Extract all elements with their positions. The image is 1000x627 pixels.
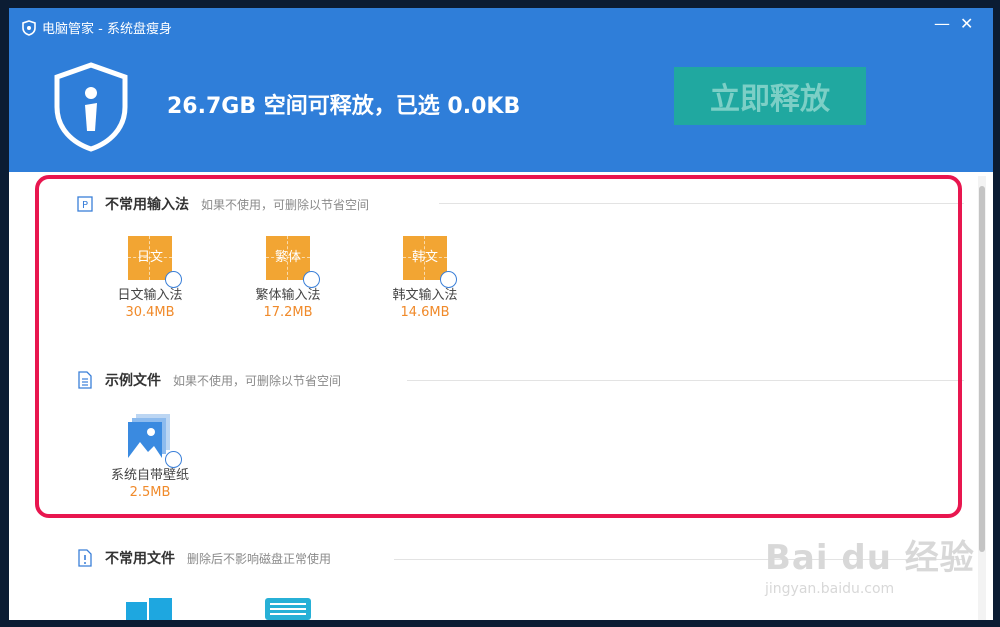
baidu-watermark: Bai du 经验 jingyan.baidu.com [765, 530, 975, 597]
close-button[interactable]: ✕ [960, 14, 973, 33]
section-subtitle: 如果不使用，可删除以节省空间 [173, 373, 342, 388]
item-size: 17.2MB [263, 305, 313, 320]
korean-ime-icon: 韩文 [403, 236, 457, 288]
select-radio[interactable] [440, 271, 457, 288]
section-ime-header: P 不常用输入法 如果不使用，可删除以节省空间 [77, 194, 369, 214]
section-subtitle: 删除后不影响磁盘正常使用 [187, 551, 332, 566]
releasable-space-summary: 26.7GB 空间可释放，已选 0.0KB [167, 94, 521, 119]
japanese-ime-icon: 日文 [128, 236, 182, 288]
divider [439, 203, 964, 204]
p-badge-icon: P [77, 196, 93, 212]
select-radio[interactable] [165, 451, 182, 468]
ime-item-korean[interactable]: 韩文 韩文输入法 14.6MB [370, 236, 480, 320]
scrollbar-thumb[interactable] [979, 186, 985, 552]
item-size: 14.6MB [400, 305, 450, 320]
item-size: 2.5MB [129, 485, 171, 500]
item-label: 繁体输入法 [255, 288, 321, 303]
svg-text:P: P [82, 200, 88, 211]
section-title: 示例文件 [105, 373, 161, 389]
vertical-scrollbar[interactable] [978, 176, 986, 620]
ime-item-traditional[interactable]: 繁体 繁体输入法 17.2MB [233, 236, 343, 320]
watermark-main: Bai du 经验 [765, 538, 975, 578]
window-title-bar: 电脑管家 - 系统盘瘦身 [21, 18, 172, 37]
section-subtitle: 如果不使用，可删除以节省空间 [201, 197, 370, 212]
select-radio[interactable] [303, 271, 320, 288]
windows-logo-icon [126, 598, 172, 620]
ime-item-japanese[interactable]: 日文 日文输入法 30.4MB [95, 236, 205, 320]
alert-file-icon [78, 549, 92, 567]
traditional-ime-icon: 繁体 [266, 236, 320, 288]
window-title: 电脑管家 - 系统盘瘦身 [42, 22, 172, 37]
document-icon [78, 371, 92, 389]
wallpaper-image-icon [128, 414, 182, 468]
item-label: 日文输入法 [117, 288, 183, 303]
item-label: 韩文输入法 [392, 288, 458, 303]
item-label: 系统自带壁纸 [110, 468, 189, 483]
header-banner: 电脑管家 - 系统盘瘦身 — ✕ 26.7GB 空间可释放，已选 0.0KB 立… [9, 8, 993, 172]
app-window: 电脑管家 - 系统盘瘦身 — ✕ 26.7GB 空间可释放，已选 0.0KB 立… [9, 8, 993, 620]
section-unused-files-header: 不常用文件 删除后不影响磁盘正常使用 [77, 548, 331, 568]
divider [407, 380, 964, 381]
sample-item-wallpaper[interactable]: 系统自带壁纸 2.5MB [95, 414, 205, 500]
select-radio[interactable] [165, 271, 182, 288]
section-samples-header: 示例文件 如果不使用，可删除以节省空间 [77, 370, 341, 390]
item-size: 30.4MB [125, 305, 175, 320]
minimize-button[interactable]: — [934, 14, 950, 33]
release-now-button[interactable]: 立即释放 [674, 67, 866, 125]
watermark-url: jingyan.baidu.com [765, 581, 895, 597]
shield-logo-icon [22, 19, 36, 36]
section-title: 不常用文件 [105, 551, 175, 567]
keyboard-file-icon [265, 598, 311, 620]
section-title: 不常用输入法 [105, 197, 189, 213]
info-shield-icon [54, 62, 128, 152]
